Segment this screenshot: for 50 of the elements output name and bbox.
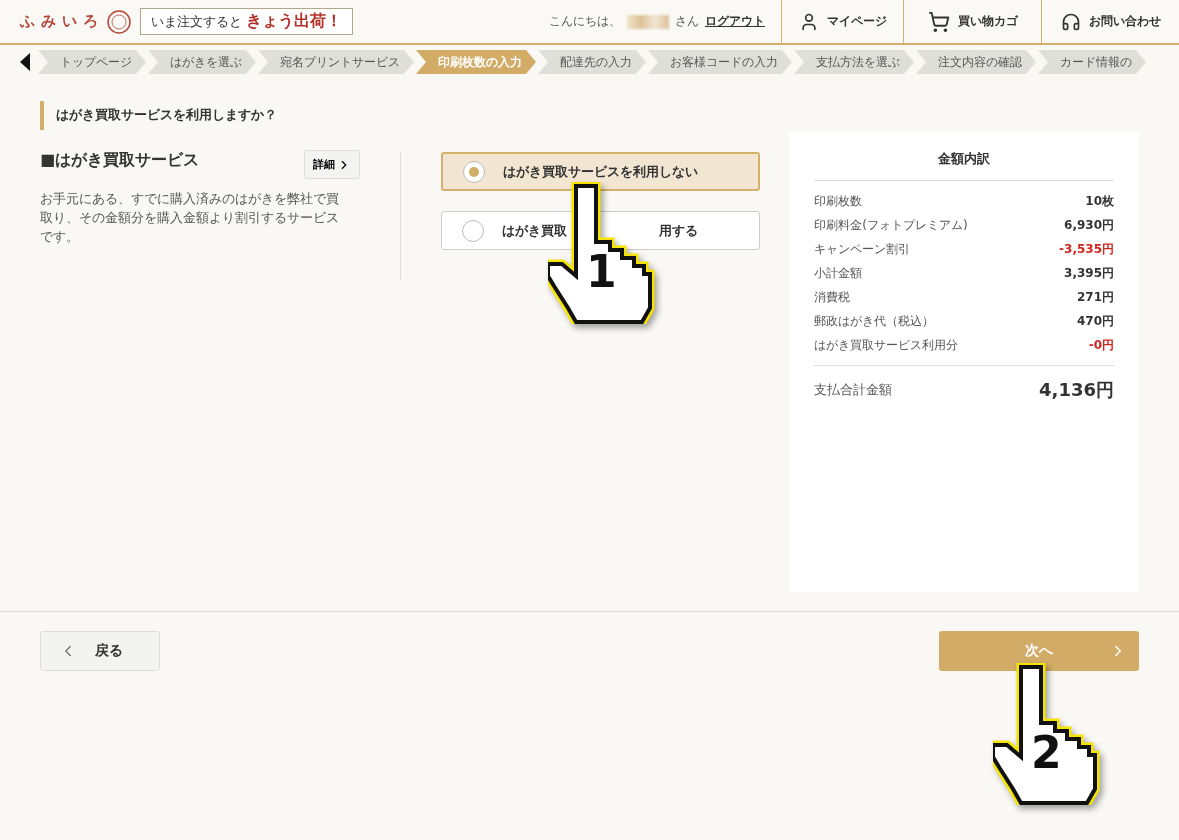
cursor-number: 2 xyxy=(1031,731,1062,775)
step-tab[interactable]: はがきを選ぶ xyxy=(148,50,256,74)
summary-label: キャンペーン割引 xyxy=(814,240,911,258)
step-tab[interactable]: 配達先の入力 xyxy=(538,50,646,74)
summary-title: 金額内訳 xyxy=(814,150,1114,181)
summary-label: はがき買取サービス利用分 xyxy=(814,336,959,354)
total-label: 支払合計金額 xyxy=(814,381,893,399)
honorific-text: さん xyxy=(675,13,699,30)
summary-value: -3,535円 xyxy=(1059,240,1114,258)
nav-button[interactable]: お問い合わせ xyxy=(1041,0,1179,43)
service-description: お手元にある、すでに購入済みのはがきを弊社で買取り、その金額分を購入金額より割引するサービスです。 xyxy=(40,190,340,246)
summary-value: 6,930円 xyxy=(1064,216,1114,234)
summary-value: 271円 xyxy=(1076,288,1114,306)
back-arrow-icon[interactable] xyxy=(19,53,31,71)
section-heading: はがき買取サービスを利用しますか？ xyxy=(40,101,780,130)
summary-value: 10枚 xyxy=(1085,192,1114,210)
radio-option[interactable]: はがき買取サービスを利用しない xyxy=(440,152,761,191)
logo[interactable]: ふみいろ xyxy=(20,12,104,31)
summary-value: 3,395円 xyxy=(1064,264,1114,282)
logout-link[interactable]: ログアウト xyxy=(705,13,765,30)
promo-highlight: きょう出荷！ xyxy=(246,11,342,32)
summary-value: -0円 xyxy=(1088,336,1114,354)
nav-button[interactable]: 買い物カゴ xyxy=(903,0,1041,43)
option-label: 用する xyxy=(658,221,698,240)
back-button[interactable]: 戻る xyxy=(40,631,160,671)
option-label: はがき買取 xyxy=(501,221,567,240)
stamp-icon xyxy=(106,8,132,35)
nav-button[interactable]: マイページ xyxy=(781,0,903,43)
greeting-text: こんにちは、 xyxy=(549,13,621,30)
promo-text: いま注文すると xyxy=(151,13,242,31)
summary-label: 小計金額 xyxy=(814,264,863,282)
step-tab[interactable]: 支払方法を選ぶ xyxy=(794,50,914,74)
detail-button[interactable]: 詳細 xyxy=(303,150,360,179)
service-title: ■はがき買取サービス xyxy=(40,150,200,171)
blurred-name xyxy=(627,14,669,29)
summary-value: 470円 xyxy=(1076,312,1114,330)
step-tab[interactable]: 注文内容の確認 xyxy=(916,50,1036,74)
cursor-number: 1 xyxy=(586,250,617,294)
step-tab[interactable]: トップページ xyxy=(38,50,146,74)
step-tab[interactable]: 宛名プリントサービス xyxy=(258,50,414,74)
total-value: 4,136円 xyxy=(1039,378,1114,402)
summary-label: 郵政はがき代（税込） xyxy=(814,312,935,330)
summary-label: 消費税 xyxy=(814,288,851,306)
headset-icon xyxy=(1060,11,1081,32)
step-tab[interactable]: カード情報の xyxy=(1038,50,1146,74)
option-label: はがき買取サービスを利用しない xyxy=(502,162,698,181)
cart-icon xyxy=(927,10,950,33)
summary-label: 印刷枚数 xyxy=(814,192,863,210)
step-tab[interactable]: お客様コードの入力 xyxy=(648,50,792,74)
summary-label: 印刷料金(フォトプレミアム) xyxy=(814,216,968,234)
